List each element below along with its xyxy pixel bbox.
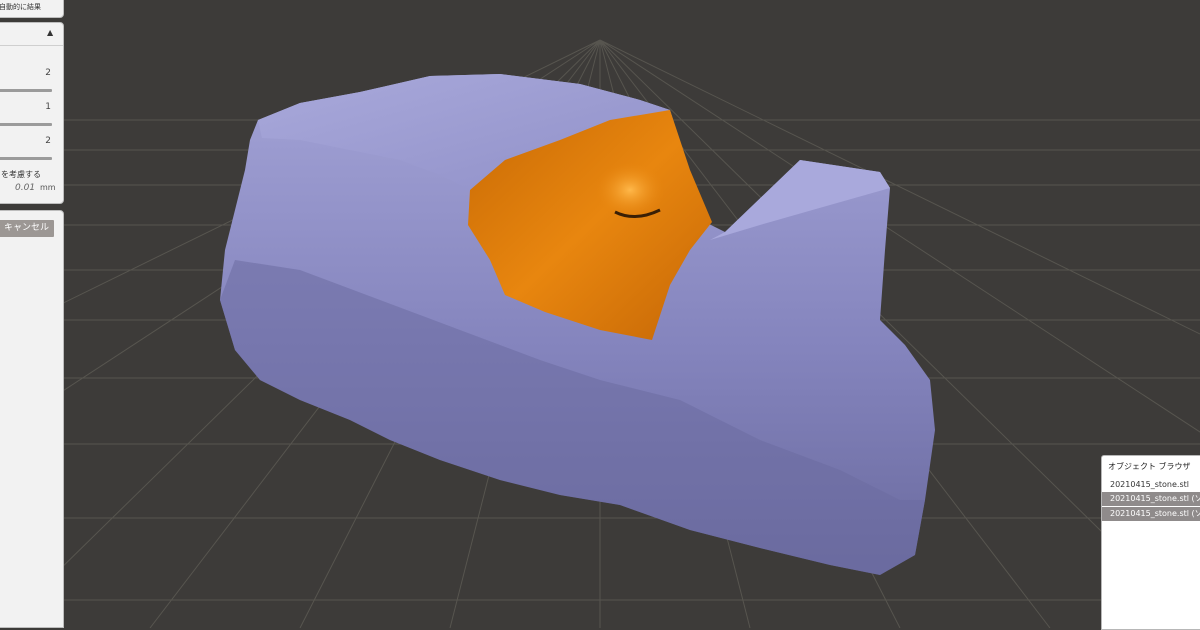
object-item[interactable]: 20210415_stone.stl (ソリッド) [1102,507,1200,521]
cut-highlight [595,162,665,218]
object-browser: オブジェクト ブラウザ 20210415_stone.stl 20210415_… [1101,455,1200,630]
param-slider-2[interactable] [0,123,52,126]
divider [0,45,63,46]
tolerance-unit: mm [40,183,56,192]
parameters-panel: ▲ 2 1 2 を考慮する 0.01 mm [0,22,64,204]
param-slider-1[interactable] [0,89,52,92]
consider-checkbox-label[interactable]: を考慮する [1,169,41,180]
3d-viewport[interactable] [0,0,1200,628]
object-browser-title: オブジェクト ブラウザ [1108,462,1191,471]
param-value-3[interactable]: 2 [45,136,51,146]
collapse-arrow-icon[interactable]: ▲ [47,28,53,37]
object-item[interactable]: 20210415_stone.stl (ソリッド) [1102,492,1200,506]
param-value-2[interactable]: 1 [45,102,51,112]
stone-model [220,74,935,575]
param-value-1[interactable]: 2 [45,68,51,78]
auto-result-label: 自動的に結果 [0,3,41,11]
param-slider-3[interactable] [0,157,52,160]
options-panel-header: 自動的に結果 [0,0,64,18]
object-item[interactable]: 20210415_stone.stl [1102,478,1200,492]
action-panel: キャンセル [0,210,64,628]
cancel-button[interactable]: キャンセル [0,220,54,237]
tolerance-value[interactable]: 0.01 [15,183,35,193]
